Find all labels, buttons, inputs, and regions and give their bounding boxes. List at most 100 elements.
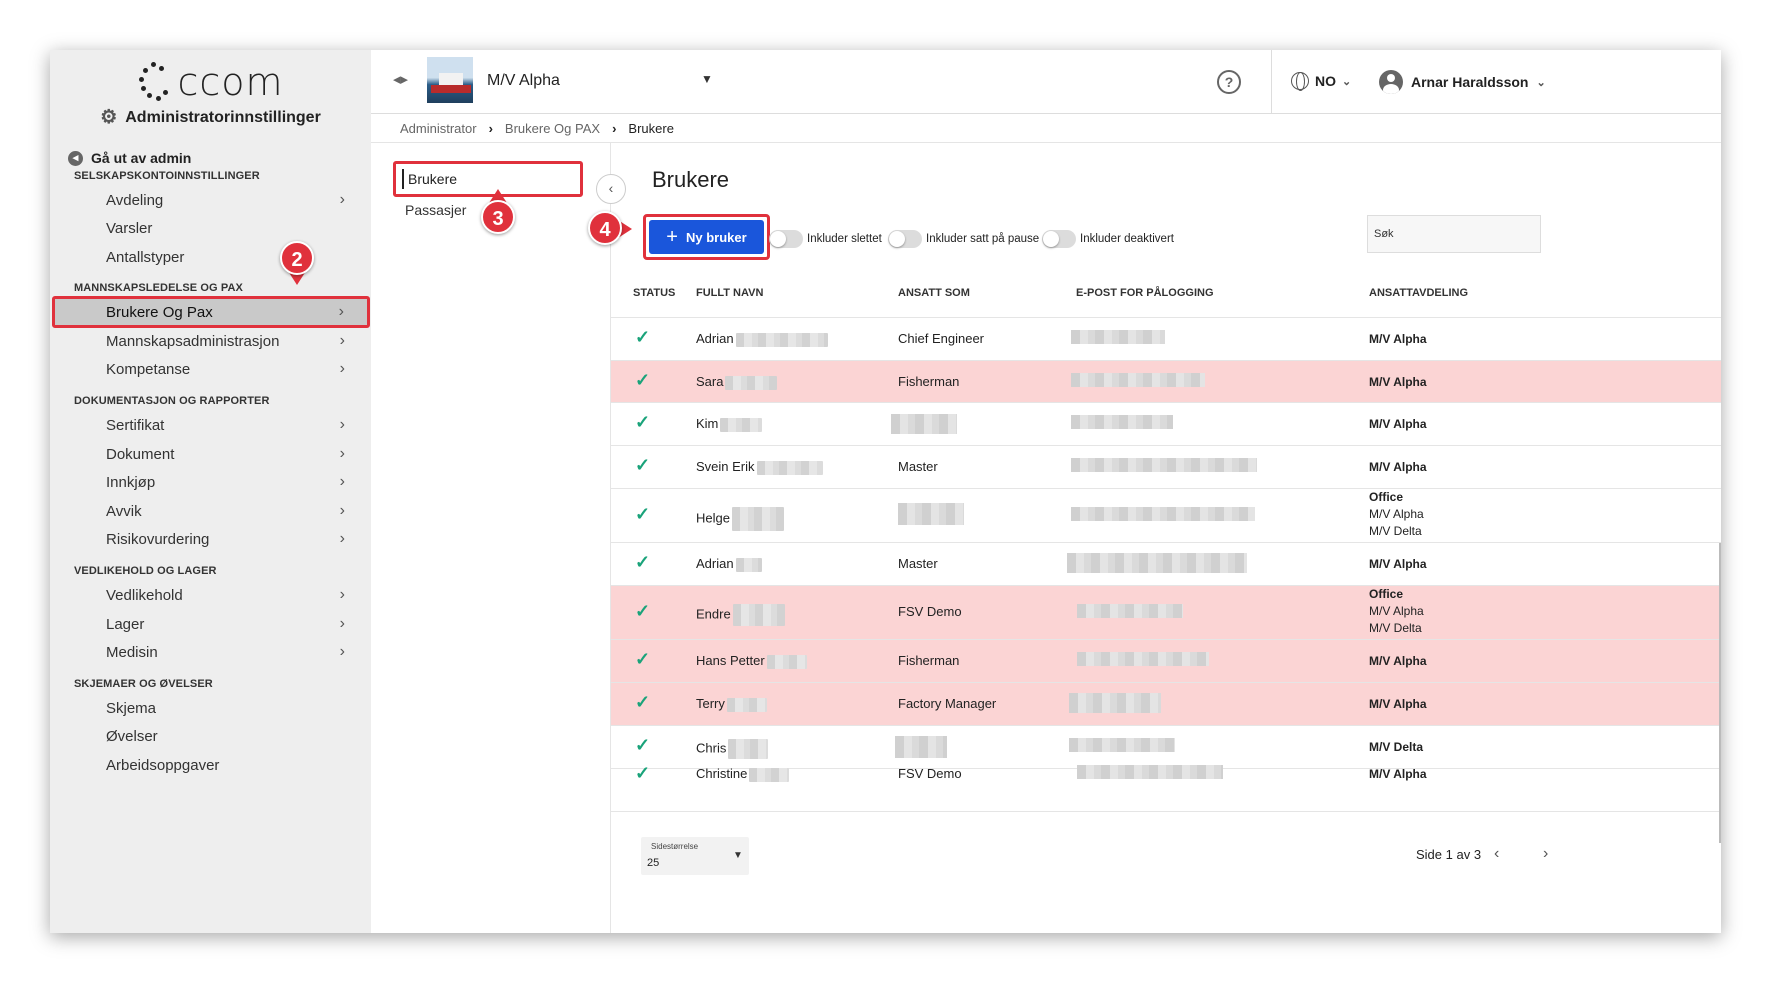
redacted-email — [1077, 604, 1183, 618]
table-row[interactable]: ✓ Endre FSV Demo Office M/V Alpha M/V De… — [611, 586, 1721, 640]
toggle-switch[interactable] — [888, 230, 922, 248]
sidebar-item-label: Risikovurdering — [106, 530, 210, 548]
chevron-right-icon: › — [338, 303, 344, 320]
check-icon: ✓ — [635, 412, 651, 432]
department-cell: M/V Alpha — [1369, 332, 1427, 346]
department-cell: M/V Alpha — [1369, 697, 1427, 711]
role-cell: FSV Demo — [898, 766, 962, 781]
department-cell: M/V Alpha — [1369, 417, 1427, 431]
column-header[interactable]: E-POST FOR PÅLOGGING — [1076, 287, 1214, 299]
role-cell: Factory Manager — [898, 696, 997, 711]
step-badge-2: 2 — [280, 241, 314, 275]
sidebar-item-risikovurdering[interactable]: Risikovurdering › — [50, 523, 371, 555]
sidebar-item-varsler[interactable]: Varsler — [50, 212, 371, 244]
sidebar-item-arbeidsoppgaver[interactable]: Arbeidsoppgaver — [50, 749, 371, 781]
search-input[interactable]: Søk — [1367, 215, 1541, 253]
department-cell: M/V Delta — [1369, 740, 1424, 754]
table-row[interactable]: ✓ Hans Petter Fisherman M/V Alpha — [611, 640, 1721, 683]
table-row[interactable]: ✓ Helge Office M/V Alpha M/V Delta — [611, 489, 1721, 543]
sidebar-item-vedlikehold[interactable]: Vedlikehold › — [50, 579, 371, 611]
sidebar-item-antallstyper[interactable]: Antallstyper — [50, 241, 371, 273]
role-cell: Master — [898, 459, 938, 474]
redacted-email — [1069, 693, 1161, 713]
exit-admin-label: Gå ut av admin — [91, 150, 192, 166]
chevron-right-icon: › — [339, 615, 345, 632]
toggle-include-paused[interactable]: Inkluder satt på pause — [888, 230, 1039, 248]
sidebar-item-sertifikat[interactable]: Sertifikat › — [50, 409, 371, 441]
table-row[interactable]: ✓ Svein Erik Master M/V Alpha — [611, 446, 1721, 489]
step-badge-4: 4 — [588, 211, 622, 245]
full-name-cell: Adrian — [696, 331, 828, 347]
avatar — [1379, 70, 1403, 94]
user-menu[interactable]: Arnar Haraldsson ⌄ — [1379, 70, 1546, 94]
role-cell: Fisherman — [898, 374, 960, 389]
sidebar-item-label: Sertifikat — [106, 416, 165, 434]
redacted-role — [891, 414, 957, 434]
redacted-email — [1071, 458, 1257, 472]
department-cell: Office M/V Alpha M/V Delta — [1369, 587, 1424, 635]
users-table-body: ✓ Adrian Chief Engineer M/V Alpha ✓ Sara… — [611, 318, 1721, 818]
toggle-switch[interactable] — [1042, 230, 1076, 248]
table-row[interactable]: ✓ Adrian Chief Engineer M/V Alpha — [611, 318, 1721, 361]
sidebar-item-brukere-og-pax[interactable]: Brukere Og Pax › — [52, 296, 370, 328]
chevron-right-icon: › — [339, 530, 345, 547]
table-row[interactable]: ✓ Sara Fisherman M/V Alpha — [611, 361, 1721, 403]
chevron-down-icon: ⌄ — [1536, 76, 1546, 89]
section-company-settings: SELSKAPSKONTOINNSTILLINGER — [74, 170, 260, 182]
sidebar-item-label: Lager — [106, 615, 145, 633]
sidebar-item-ovelser[interactable]: Øvelser — [50, 720, 371, 752]
department-cell: M/V Alpha — [1369, 375, 1427, 389]
caret-down-icon: ▼ — [733, 850, 743, 861]
full-name-cell: Adrian — [696, 556, 762, 572]
language-selector[interactable]: NO ⌄ — [1291, 72, 1351, 91]
collapse-sidebar-icon[interactable]: ◂▸ — [393, 70, 408, 88]
sidebar-item-label: Avvik — [106, 502, 142, 520]
redacted-email — [1071, 507, 1255, 521]
subnav-item-label: Passasjer — [405, 202, 467, 218]
full-name-cell: Kim — [696, 416, 763, 432]
column-header[interactable]: STATUS — [633, 287, 675, 299]
chevron-left-icon[interactable]: ‹ — [1494, 845, 1499, 863]
column-header[interactable]: ANSATTAVDELING — [1369, 287, 1468, 299]
breadcrumb-current: Brukere — [628, 120, 674, 136]
sidebar-item-label: Antallstyper — [106, 248, 185, 266]
new-user-button[interactable]: + Ny bruker — [649, 220, 764, 254]
vessel-selector[interactable]: M/V Alpha — [487, 72, 560, 90]
redacted-email — [1077, 765, 1223, 779]
user-name: Arnar Haraldsson — [1411, 74, 1529, 90]
column-header[interactable]: FULLT NAVN — [696, 287, 763, 299]
sidebar-item-label: Innkjøp — [106, 473, 156, 491]
page-size-value: 25 — [647, 857, 660, 869]
toggle-include-deleted[interactable]: Inkluder slettet — [769, 230, 882, 248]
role-cell: Fisherman — [898, 653, 960, 668]
question-circle-icon[interactable]: ? — [1217, 70, 1241, 94]
table-row[interactable]: ✓ Chris M/V Delta — [611, 726, 1721, 769]
table-row[interactable]: ✓ Kim M/V Alpha — [611, 403, 1721, 446]
sidebar-item-medisin[interactable]: Medisin › — [50, 636, 371, 668]
sidebar-item-innkjop[interactable]: Innkjøp › — [50, 466, 371, 498]
section-documentation: DOKUMENTASJON OG RAPPORTER — [74, 395, 270, 407]
sidebar-item-label: Vedlikehold — [106, 586, 183, 604]
full-name-cell: Helge — [696, 507, 784, 531]
check-icon: ✓ — [635, 601, 651, 621]
caret-down-icon[interactable]: ▼ — [701, 72, 713, 86]
sidebar-item-kompetanse[interactable]: Kompetanse › — [50, 353, 371, 385]
column-header[interactable]: ANSATT SOM — [898, 287, 970, 299]
chevron-right-icon[interactable]: › — [1543, 845, 1548, 863]
scrollbar[interactable] — [1719, 543, 1721, 843]
exit-admin-link[interactable]: ◂ Gå ut av admin — [68, 150, 191, 166]
page-size-select[interactable]: Sidestørrelse 25 ▼ — [641, 837, 749, 875]
step-badge-3: 3 — [481, 200, 515, 234]
table-row[interactable]: ✓ Terry Factory Manager M/V Alpha — [611, 683, 1721, 726]
chevron-right-icon: › — [339, 586, 345, 603]
check-icon: ✓ — [635, 504, 651, 524]
breadcrumb-item[interactable]: Brukere Og PAX — [505, 121, 600, 136]
breadcrumb-item[interactable]: Administrator — [400, 121, 477, 136]
sidebar-item-label: Mannskapsadministrasjon — [106, 332, 280, 350]
toggle-switch[interactable] — [769, 230, 803, 248]
subnav-item-label: Brukere — [408, 171, 458, 187]
section-crew-pax: MANNSKAPSLEDELSE OG PAX — [74, 282, 243, 294]
table-row[interactable]: ✓ Christine FSV Demo M/V Alpha — [611, 763, 1721, 812]
toggle-include-deactivated[interactable]: Inkluder deaktivert — [1042, 230, 1174, 248]
table-row[interactable]: ✓ Adrian Master M/V Alpha — [611, 543, 1721, 586]
